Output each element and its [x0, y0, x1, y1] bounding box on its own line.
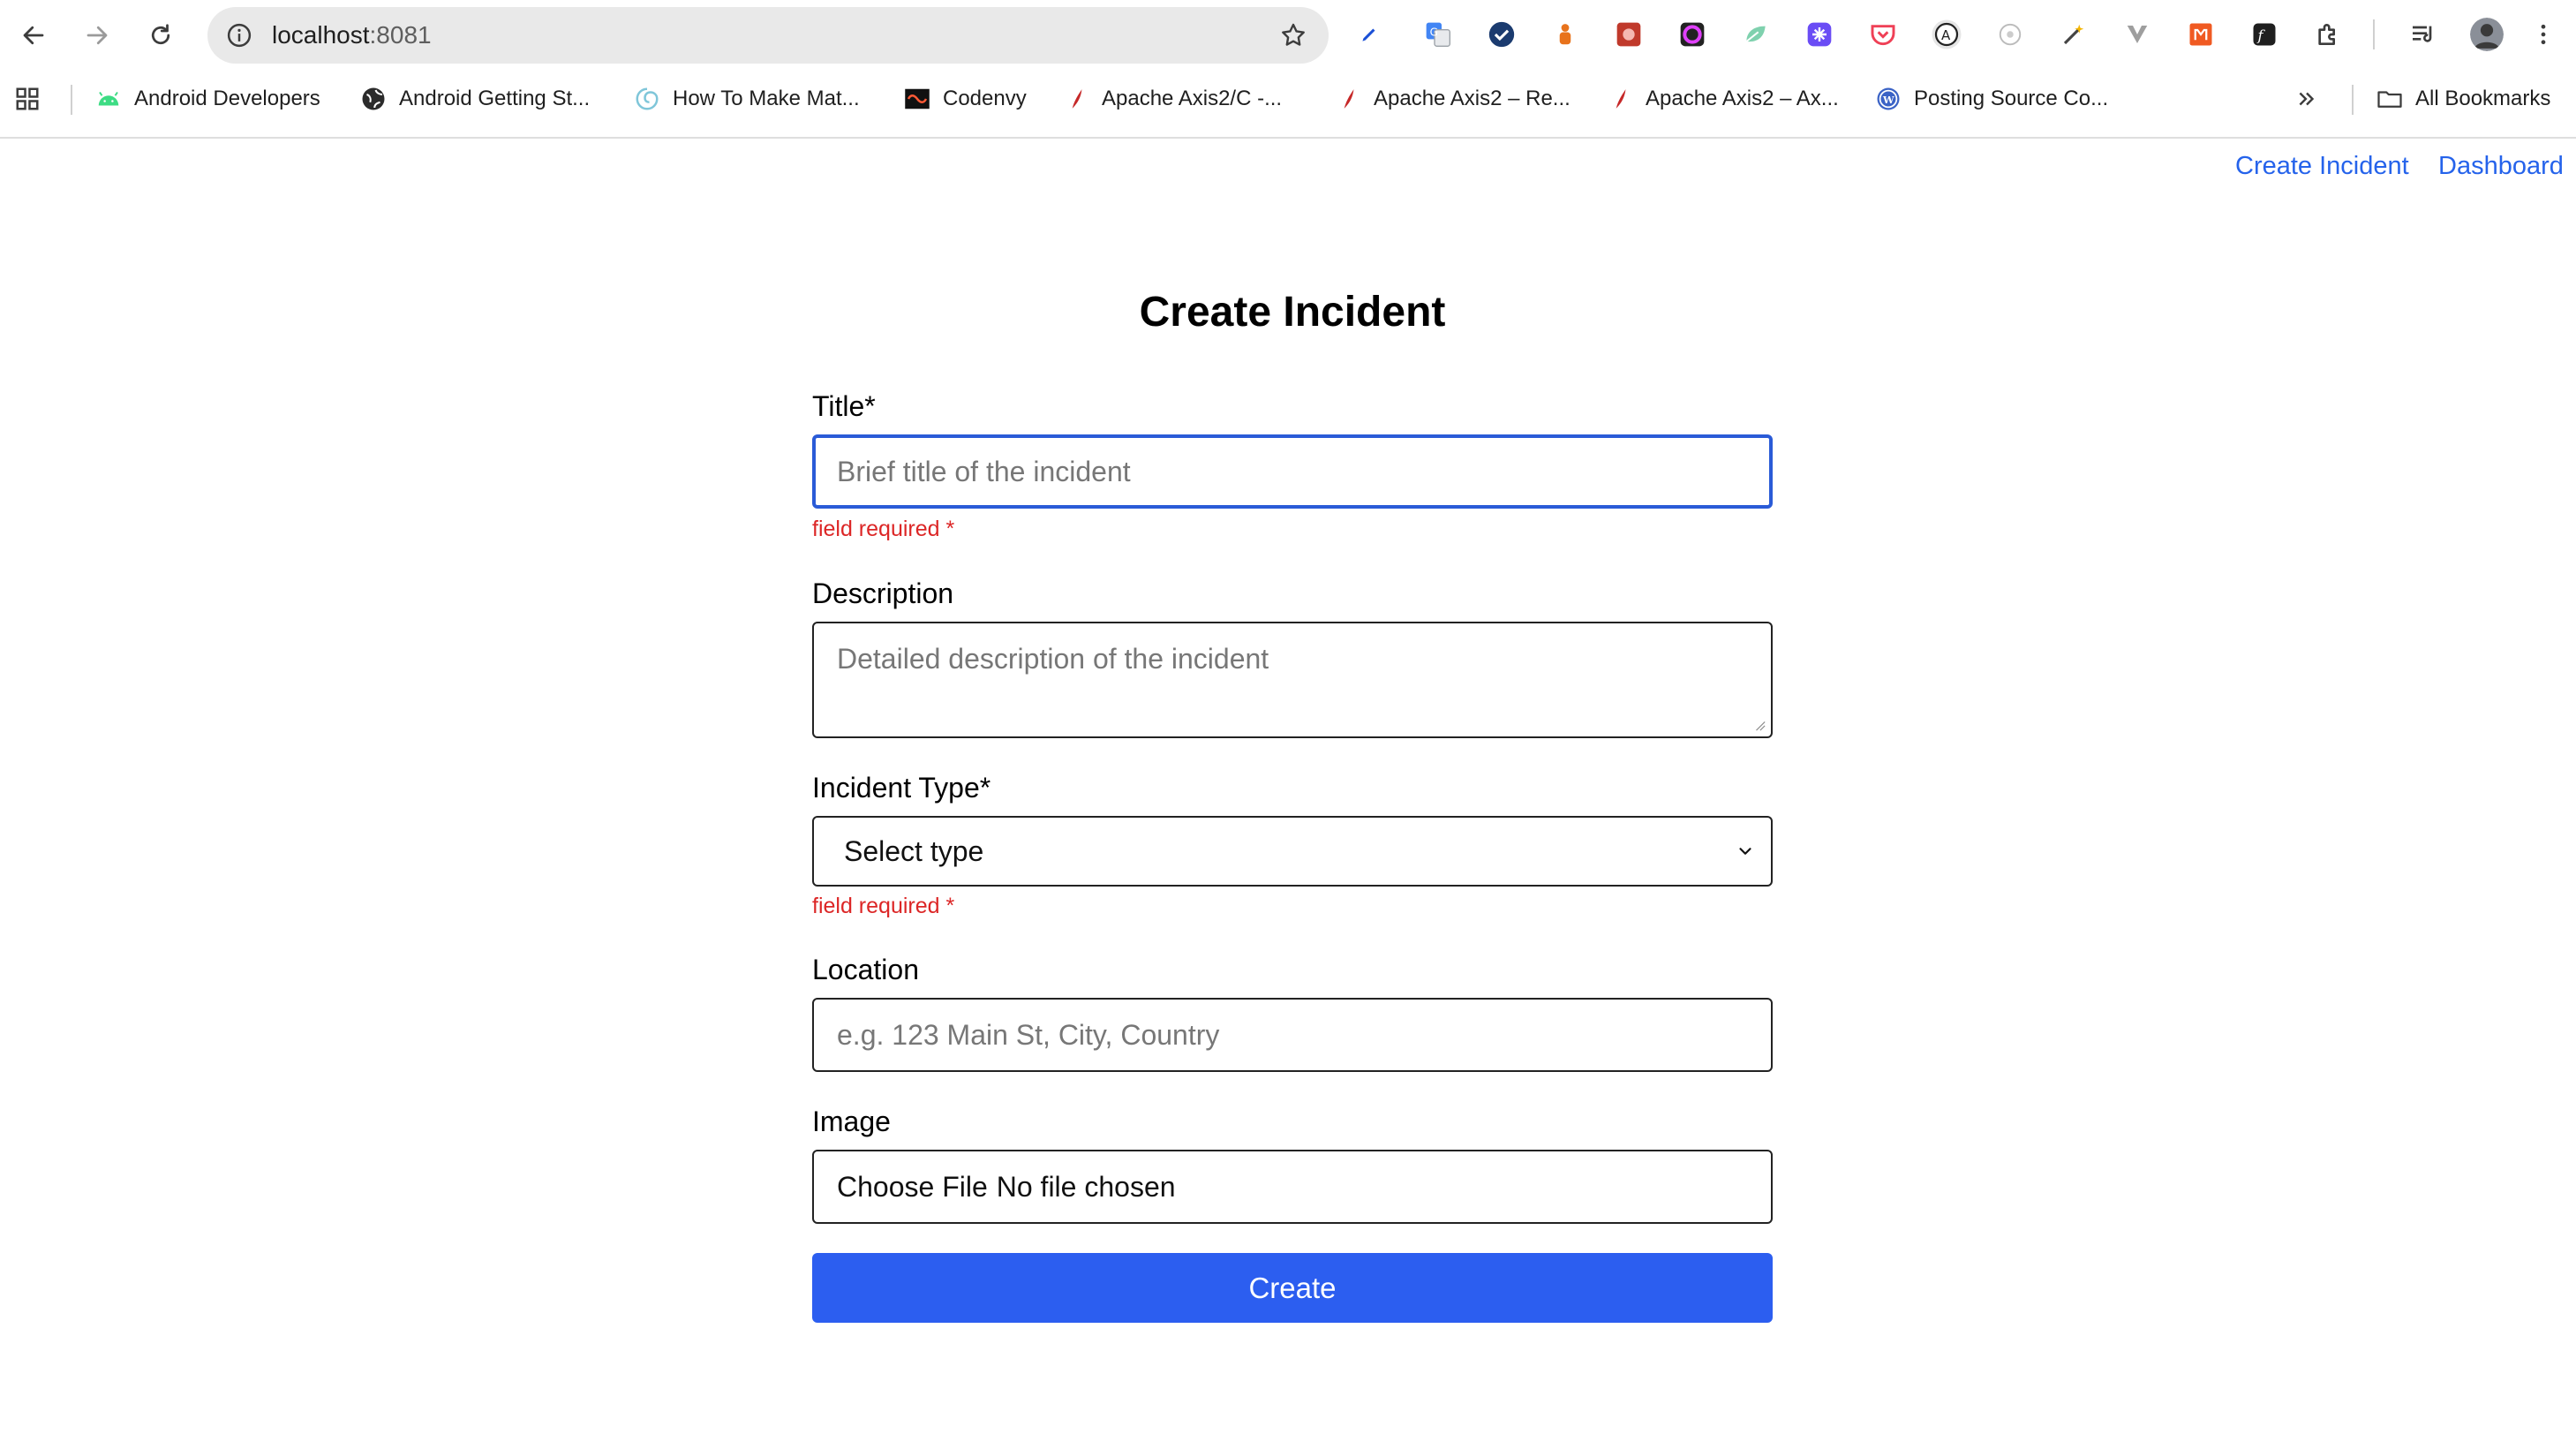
title-input[interactable]: [812, 434, 1773, 509]
wand-extension-icon[interactable]: [2057, 18, 2090, 51]
bookmark-label: Codenvy: [943, 87, 1027, 110]
eye-extension-icon[interactable]: [1993, 18, 2027, 51]
media-controls-icon[interactable]: [2407, 18, 2440, 51]
browser-chrome: localhost:8081 G A f Android Developers …: [0, 0, 2576, 139]
profile-avatar[interactable]: [2470, 18, 2504, 51]
wordpress-icon: W: [1875, 86, 1902, 112]
address-bar[interactable]: localhost:8081: [207, 7, 1329, 64]
resize-handle-icon[interactable]: [1753, 719, 1766, 731]
bookmark-label: Apache Axis2 – Re...: [1374, 87, 1570, 110]
arrow-left-icon: [23, 26, 44, 45]
codenvy-icon: [904, 86, 930, 112]
location-label: Location: [812, 954, 919, 985]
location-input[interactable]: [812, 998, 1773, 1072]
bookmark-label: Apache Axis2/C -...: [1102, 87, 1283, 110]
svg-text:G: G: [1430, 26, 1438, 38]
bookmark-item[interactable]: Apache Axis2 – Ax...: [1607, 81, 1839, 117]
choose-file-button[interactable]: Choose File: [837, 1171, 988, 1204]
bookmark-label: Android Developers: [134, 87, 320, 110]
back-button[interactable]: [14, 16, 53, 55]
bookmark-label: Android Getting St...: [399, 87, 591, 110]
all-bookmarks-button[interactable]: All Bookmarks: [2376, 81, 2550, 117]
bookmarks-overflow-button[interactable]: [2294, 81, 2320, 117]
color-ring-extension-icon[interactable]: [1676, 18, 1709, 51]
bookmark-item[interactable]: Android Getting St...: [360, 81, 590, 117]
globe-icon: [360, 86, 387, 112]
apache-feather-icon: [1607, 86, 1633, 112]
swirl-icon: [634, 86, 660, 112]
bookmarks-separator: [2352, 85, 2354, 115]
extensions-puzzle-icon[interactable]: [2311, 18, 2345, 51]
all-bookmarks-label: All Bookmarks: [2415, 87, 2551, 110]
more-menu-icon[interactable]: [2527, 18, 2560, 51]
bookmark-label: Posting Source Co...: [1914, 87, 2109, 110]
title-label: Title*: [812, 390, 876, 422]
file-status-text: No file chosen: [996, 1170, 1176, 1203]
reload-button[interactable]: [141, 16, 180, 55]
description-textarea[interactable]: [812, 622, 1773, 738]
nav-dashboard-link[interactable]: Dashboard: [2438, 152, 2564, 181]
folder-icon: [2376, 86, 2403, 112]
url-text: localhost:8081: [272, 21, 432, 49]
red-square-extension-icon[interactable]: [1612, 18, 1646, 51]
bookmarks-separator: [71, 85, 72, 115]
bookmark-item[interactable]: Codenvy: [904, 81, 1027, 117]
svg-text:A: A: [1941, 27, 1951, 43]
toolbar-separator: [2373, 19, 2375, 49]
pen-extension-icon[interactable]: [1352, 18, 1386, 51]
title-error: field required *: [812, 517, 955, 541]
bookmark-item[interactable]: Android Developers: [95, 81, 320, 117]
incident-type-label: Incident Type*: [812, 772, 991, 804]
apache-feather-icon: [1335, 86, 1361, 112]
incident-type-error: field required *: [812, 894, 955, 918]
arrow-right-icon: [87, 26, 108, 45]
create-button[interactable]: Create: [812, 1253, 1773, 1323]
bookmark-item[interactable]: W Posting Source Co...: [1875, 81, 2108, 117]
orange-square-extension-icon[interactable]: [2184, 18, 2218, 51]
bookmark-item[interactable]: Apache Axis2/C -...: [1063, 81, 1282, 117]
chevron-down-icon: [1736, 842, 1755, 861]
apps-button[interactable]: [14, 81, 41, 117]
check-extension-icon[interactable]: [1485, 18, 1518, 51]
bookmark-item[interactable]: Apache Axis2 – Re...: [1335, 81, 1570, 117]
bookmark-star-icon[interactable]: [1276, 18, 1311, 53]
bookmark-label: How To Make Mat...: [673, 87, 860, 110]
android-icon: [95, 86, 122, 112]
v-extension-icon[interactable]: [2120, 18, 2154, 51]
site-info-icon[interactable]: [223, 19, 255, 51]
bookmark-label: Apache Axis2 – Ax...: [1646, 87, 1839, 110]
figure-extension-icon[interactable]: [1548, 18, 1582, 51]
pocket-extension-icon[interactable]: [1866, 18, 1900, 51]
translate-extension-icon[interactable]: G: [1421, 18, 1455, 51]
description-label: Description: [812, 577, 954, 609]
a-circle-extension-icon[interactable]: A: [1930, 18, 1963, 51]
image-file-input[interactable]: Choose File No file chosen: [812, 1150, 1773, 1224]
leaf-extension-icon[interactable]: [1739, 18, 1773, 51]
svg-text:W: W: [1882, 94, 1894, 106]
nav-create-incident-link[interactable]: Create Incident: [2235, 152, 2409, 181]
snowflake-extension-icon[interactable]: [1803, 18, 1836, 51]
function-extension-icon[interactable]: f: [2248, 18, 2281, 51]
incident-type-value: Select type: [844, 834, 984, 867]
forward-button[interactable]: [78, 16, 117, 55]
bookmark-item[interactable]: How To Make Mat...: [634, 81, 860, 117]
apps-grid-icon: [14, 86, 41, 112]
apache-feather-icon: [1063, 86, 1089, 112]
image-label: Image: [812, 1106, 891, 1137]
page-title: Create Incident: [1139, 289, 1446, 336]
chevron-double-right-icon: [2294, 86, 2320, 112]
incident-type-select[interactable]: Select type: [812, 816, 1773, 887]
reload-icon: [151, 24, 170, 45]
